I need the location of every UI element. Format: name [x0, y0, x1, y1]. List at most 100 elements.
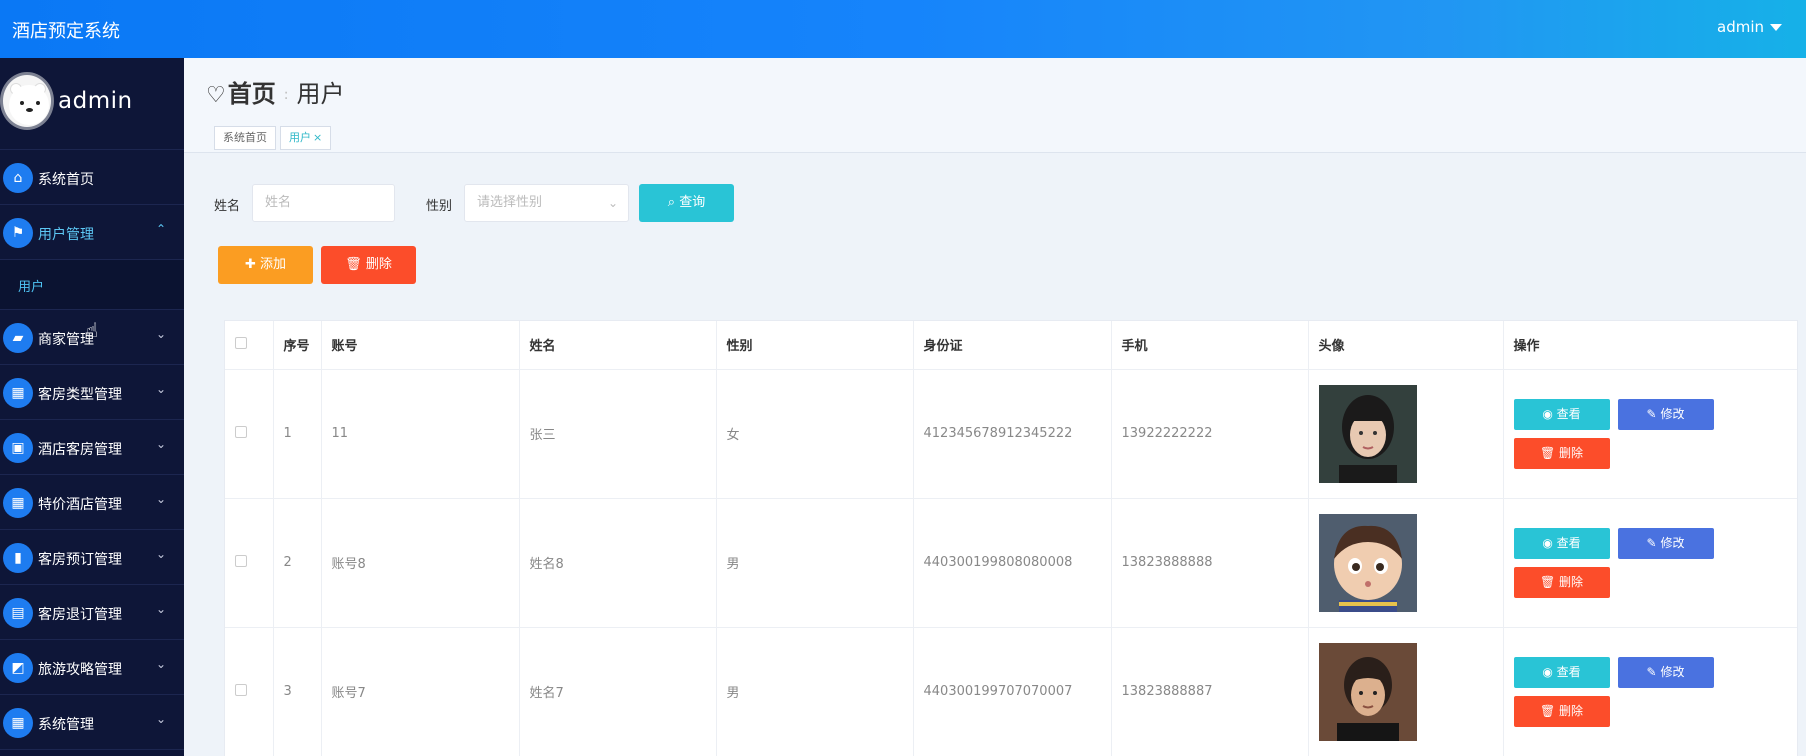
eye-icon: ◉ [1542, 664, 1553, 679]
trash-icon: 🗑 [345, 257, 362, 272]
avatar [0, 72, 54, 130]
select-all-checkbox[interactable] [235, 336, 247, 349]
gender-select[interactable]: 请选择性别 ⌄ [464, 184, 629, 222]
chevron-down-icon: ⌄ [155, 382, 166, 396]
header-avatar: 头像 [1308, 321, 1504, 370]
batch-delete-button[interactable]: 🗑 删除 [321, 246, 416, 284]
row-select-cell [225, 498, 274, 628]
view-button-label: 查看 [1556, 535, 1581, 550]
cell-id-card: 440300199808080008 [913, 498, 1112, 628]
sidebar-item-label: 客房类型管理 [38, 387, 122, 403]
cell-name: 姓名8 [519, 498, 717, 628]
sidebar-item-label: 客房退订管理 [38, 607, 122, 623]
sidebar-item-room-type-management[interactable]: ▦ 客房类型管理 ⌄ [0, 365, 184, 420]
sidebar-item-label: 旅游攻略管理 [38, 662, 122, 678]
row-checkbox[interactable] [235, 683, 247, 696]
name-input[interactable]: 姓名 [252, 184, 395, 222]
chevron-down-icon: ⌄ [155, 712, 166, 726]
chevron-down-icon: ⌄ [155, 437, 166, 451]
edit-button[interactable]: ✎ 修改 [1617, 527, 1714, 559]
sidebar-item-special-hotel-management[interactable]: ▦ 特价酒店管理 ⌄ [0, 475, 184, 530]
sidebar-item-cancellation-management[interactable]: ▤ 客房退订管理 ⌄ [0, 585, 184, 640]
cell-id-card: 440300199707070007 [913, 627, 1112, 756]
chevron-down-icon: ⌄ [155, 602, 166, 616]
chevron-down-icon: ⌄ [155, 657, 166, 671]
cell-operations: ◉ 查看 ✎ 修改 🗑 删除 [1503, 369, 1797, 499]
breadcrumb-current: 用户 [296, 80, 345, 108]
delete-button[interactable]: 🗑 删除 [1513, 566, 1610, 598]
user-table: 序号 账号 姓名 性别 身份证 手机 头像 操作 1 11 张三 女 41234… [224, 320, 1798, 756]
chat-icon: ▤ [3, 598, 33, 628]
sidebar-item-label: 系统首页 [38, 172, 94, 188]
gender-select-placeholder: 请选择性别 [477, 195, 543, 210]
store-icon: ▰ [3, 323, 33, 353]
cell-gender: 女 [716, 369, 914, 499]
batch-delete-label: 删除 [365, 257, 392, 272]
header-operations: 操作 [1503, 321, 1797, 370]
close-icon[interactable]: × [313, 131, 322, 144]
query-button-label: 查询 [679, 195, 706, 210]
breadcrumb-home[interactable]: 首页 [228, 80, 276, 108]
delete-button[interactable]: 🗑 删除 [1513, 695, 1610, 727]
cell-id-card: 412345678912345222 [913, 369, 1112, 499]
table-row: 3 账号7 姓名7 男 440300199707070007 138238888… [225, 627, 1797, 756]
eye-icon: ◉ [1542, 406, 1553, 421]
cell-account: 账号7 [321, 627, 520, 756]
tag-user[interactable]: 用户 × [280, 126, 332, 150]
table-header-row: 序号 账号 姓名 性别 身份证 手机 头像 操作 [225, 321, 1797, 370]
cell-phone: 13823888888 [1111, 498, 1309, 628]
delete-button-label: 删除 [1559, 703, 1584, 718]
row-select-cell [225, 627, 274, 756]
delete-button-label: 删除 [1559, 445, 1584, 460]
row-checkbox[interactable] [235, 554, 247, 567]
view-button[interactable]: ◉ 查看 [1513, 398, 1610, 430]
sidebar-item-system-management[interactable]: ▦ 系统管理 ⌄ [0, 695, 184, 750]
header-id-card: 身份证 [913, 321, 1112, 370]
edit-button[interactable]: ✎ 修改 [1617, 398, 1714, 430]
delete-button[interactable]: 🗑 删除 [1513, 437, 1610, 469]
header-phone: 手机 [1111, 321, 1309, 370]
trash-icon: 🗑 [1539, 574, 1556, 589]
sidebar-username: admin [58, 88, 133, 114]
sidebar-item-hotel-room-management[interactable]: ▣ 酒店客房管理 ⌄ [0, 420, 184, 475]
query-button[interactable]: ⌕ 查询 [639, 184, 734, 222]
sidebar-item-label: 系统管理 [38, 717, 94, 733]
chevron-up-icon: ⌃ [155, 222, 166, 236]
sidebar-subitem-label: 用户 [18, 280, 45, 295]
sidebar-item-user-management[interactable]: ⚑ 用户管理 ⌃ [0, 205, 184, 260]
user-menu-label: admin [1717, 18, 1764, 36]
edit-button[interactable]: ✎ 修改 [1617, 656, 1714, 688]
page-header: ♡首页: 用户 系统首页 用户 × [184, 58, 1806, 153]
search-icon: ⌕ [667, 195, 676, 210]
tag-user-label: 用户 [289, 131, 311, 144]
app-title: 酒店预定系统 [12, 21, 120, 42]
add-button[interactable]: ✚ 添加 [218, 246, 313, 284]
user-menu[interactable]: admin [1717, 18, 1782, 36]
trash-icon: 🗑 [1539, 703, 1556, 718]
row-checkbox[interactable] [235, 425, 247, 438]
chevron-down-icon: ⌄ [155, 327, 166, 341]
apps-icon: ▦ [3, 708, 33, 738]
flag-icon: ⚑ [3, 218, 33, 248]
sidebar-subitem-user[interactable]: 用户 [0, 260, 184, 310]
sidebar-profile: admin [0, 58, 184, 150]
sidebar-item-travel-guide-management[interactable]: ◩ 旅游攻略管理 ⌄ [0, 640, 184, 695]
bear-nose [26, 108, 33, 112]
cell-index: 3 [273, 627, 322, 756]
delete-button-label: 删除 [1559, 574, 1584, 589]
header-account: 账号 [321, 321, 520, 370]
cell-account: 账号8 [321, 498, 520, 628]
apps-icon: ▦ [3, 488, 33, 518]
view-button[interactable]: ◉ 查看 [1513, 527, 1610, 559]
edit-button-label: 修改 [1660, 664, 1685, 679]
breadcrumb: ♡首页: 用户 [206, 74, 344, 109]
sidebar-item-booking-management[interactable]: ▮ 客房预订管理 ⌄ [0, 530, 184, 585]
view-button-label: 查看 [1556, 664, 1581, 679]
user-avatar-image [1318, 384, 1417, 483]
cell-name: 姓名7 [519, 627, 717, 756]
tag-home[interactable]: 系统首页 [214, 126, 276, 150]
view-button[interactable]: ◉ 查看 [1513, 656, 1610, 688]
sidebar-item-home[interactable]: ⌂ 系统首页 [0, 150, 184, 205]
header-gender: 性别 [716, 321, 914, 370]
cell-index: 1 [273, 369, 322, 499]
